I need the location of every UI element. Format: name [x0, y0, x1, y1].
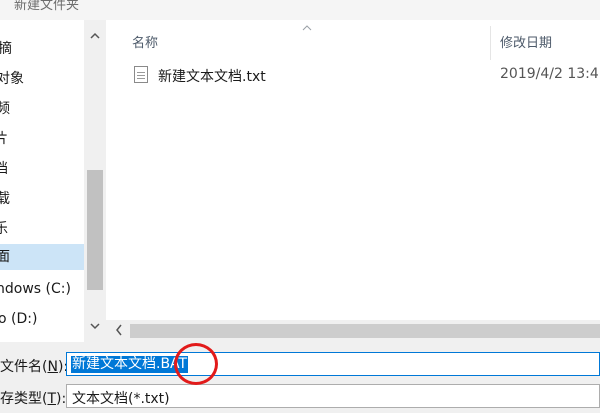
nav-item[interactable]: 片	[0, 126, 84, 152]
nav-item[interactable]: 档	[0, 156, 84, 182]
hscrollbar-thumb[interactable]	[130, 324, 600, 338]
filename-value: 新建文本文档.BAT	[71, 356, 189, 373]
nav-item-label: 片	[0, 131, 8, 147]
filename-label: 文件名(N):	[0, 359, 69, 375]
save-options-bar: 文件名(N): 新建文本文档.BAT 存类型(T): 文本文档(*.txt)	[0, 342, 600, 413]
file-list-hscrollbar[interactable]	[106, 320, 600, 342]
folder-path-title: 新建文件夹	[14, 0, 80, 13]
column-header-modified[interactable]: 修改日期	[500, 32, 552, 51]
chevron-down-icon[interactable]	[88, 320, 102, 334]
nav-item[interactable]: 对象	[0, 66, 84, 92]
nav-scrollbar[interactable]	[84, 20, 106, 342]
nav-item-selected[interactable]: 面	[0, 244, 84, 270]
nav-item-label: 乐	[0, 221, 8, 237]
nav-item-label: 频	[0, 101, 10, 117]
nav-item[interactable]: 载	[0, 186, 84, 212]
chevron-left-icon[interactable]	[114, 323, 124, 341]
annotation-circle	[174, 343, 218, 385]
nav-item[interactable]: 乐	[0, 216, 84, 242]
file-modified-date: 2019/4/2 13:4	[500, 66, 599, 82]
nav-item-drive-d[interactable]: o (D:)	[0, 306, 84, 332]
file-name: 新建文本文档.txt	[158, 69, 266, 85]
nav-item-label: 对象	[0, 71, 24, 87]
nav-scrollbar-thumb[interactable]	[87, 170, 103, 290]
column-divider[interactable]	[490, 26, 491, 60]
chevron-up-icon[interactable]	[88, 30, 102, 44]
column-header-name[interactable]: 名称	[132, 32, 158, 51]
nav-item[interactable]: 摘	[0, 36, 84, 62]
filename-input[interactable]: 新建文本文档.BAT	[66, 352, 600, 376]
folder-path-bar: 新建文件夹	[0, 0, 600, 20]
navigation-pane: 摘 对象 频 片 档 载 乐 面 ndows (C:) o (D:)	[0, 20, 84, 342]
filetype-select[interactable]: 文本文档(*.txt)	[66, 384, 600, 408]
text-file-icon	[134, 66, 148, 83]
nav-item-label: o (D:)	[0, 311, 38, 327]
nav-item-label: 面	[0, 249, 10, 265]
file-list: 名称 修改日期 新建文本文档.txt 2019/4/2 13:4	[106, 20, 600, 320]
file-row[interactable]: 新建文本文档.txt 2019/4/2 13:4	[130, 64, 600, 86]
nav-item[interactable]: 频	[0, 96, 84, 122]
nav-item-drive-c[interactable]: ndows (C:)	[0, 276, 84, 302]
filetype-label: 存类型(T):	[0, 391, 67, 407]
nav-item-label: 档	[0, 161, 8, 177]
nav-item-label: 摘	[0, 41, 12, 57]
nav-item-label: 载	[0, 191, 10, 207]
sort-up-icon	[302, 24, 312, 34]
filetype-value: 文本文档(*.txt)	[72, 391, 170, 407]
nav-item-label: ndows (C:)	[0, 281, 71, 297]
